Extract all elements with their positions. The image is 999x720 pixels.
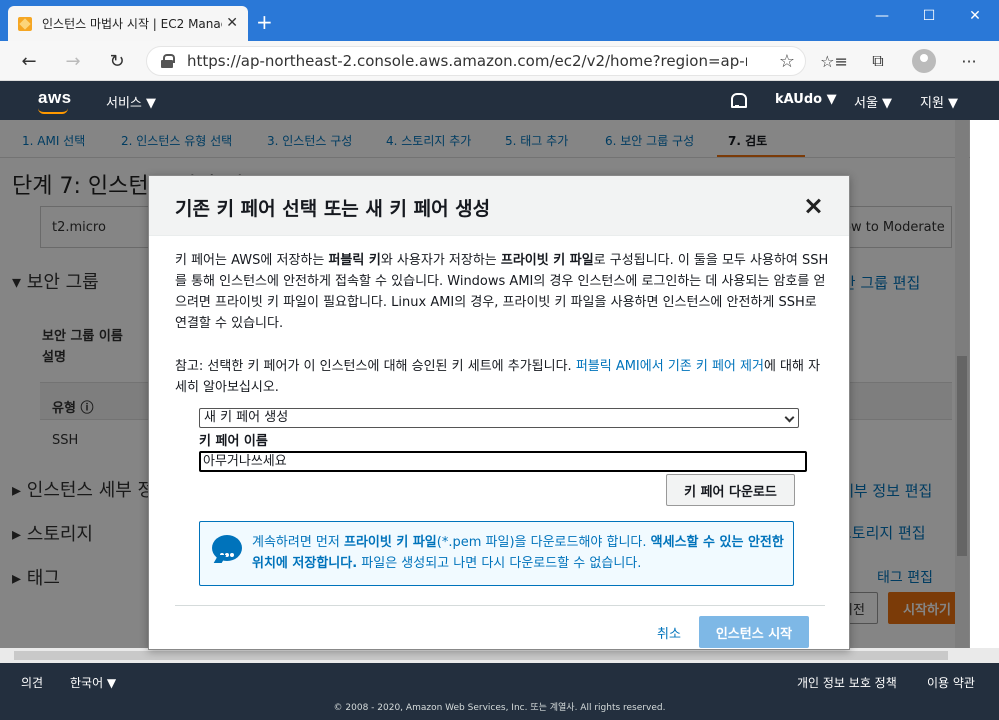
key-pair-note: 참고: 선택한 키 페어가 이 인스턴스에 대해 승인된 키 세트에 추가됩니다…	[175, 359, 821, 395]
language-selector[interactable]: 한국어 ▼	[70, 674, 116, 691]
key-pair-name-label: 키 페어 이름	[199, 434, 268, 449]
maximize-icon[interactable]: ☐	[905, 0, 953, 32]
profile-avatar-icon[interactable]	[912, 49, 936, 73]
user-menu[interactable]: kAUdo ▼	[775, 92, 837, 107]
minimize-icon[interactable]: —	[858, 0, 906, 32]
url-field[interactable]: https://ap-northeast-2.console.aws.amazo…	[146, 46, 806, 76]
aws-smile-icon	[38, 108, 68, 114]
support-menu[interactable]: 지원 ▼	[920, 92, 958, 111]
favorites-list-icon[interactable]: ☆≡	[820, 49, 848, 73]
refresh-icon[interactable]: ↻	[105, 49, 129, 73]
key-pair-select[interactable]: 새 키 페어 생성	[199, 408, 799, 428]
info-alert: 계속하려면 먼저 프라이빗 키 파일(*.pem 파일)을 다운로드해야 합니다…	[199, 521, 794, 586]
browser-tabstrip: 인스턴스 마법사 시작 | EC2 Management Console ✕ +…	[0, 0, 999, 41]
window-close-icon[interactable]: ✕	[951, 0, 999, 32]
terms-link[interactable]: 이용 약관	[927, 674, 975, 691]
back-icon[interactable]: ←	[17, 49, 41, 73]
key-pair-description: 키 페어는 AWS에 저장하는 퍼블릭 키와 사용자가 저장하는 프라이빗 키 …	[175, 253, 829, 331]
feedback-link[interactable]: 의견	[21, 674, 43, 691]
collections-icon[interactable]: ⧉	[866, 49, 890, 73]
privacy-policy-link[interactable]: 개인 정보 보호 정책	[797, 674, 897, 691]
aws-logo[interactable]: aws	[38, 88, 72, 108]
aws-top-nav: aws 서비스 ▼ kAUdo ▼ 서울 ▼ 지원 ▼	[0, 81, 999, 120]
horizontal-scrollbar-thumb[interactable]	[14, 651, 948, 660]
region-menu[interactable]: 서울 ▼	[854, 92, 892, 111]
services-menu[interactable]: 서비스 ▼	[106, 92, 156, 111]
aws-footer: 의견 한국어 ▼ 개인 정보 보호 정책 이용 약관 © 2008 - 2020…	[0, 663, 999, 720]
aws-favicon-icon	[18, 16, 32, 31]
close-tab-icon[interactable]: ✕	[226, 15, 238, 31]
close-icon[interactable]	[804, 197, 822, 215]
forward-icon[interactable]: →	[61, 49, 85, 73]
key-pair-select-value: 새 키 페어 생성	[204, 410, 289, 425]
dialog-title: 기존 키 페어 선택 또는 새 키 페어 생성	[175, 198, 491, 220]
more-menu-icon[interactable]: ···	[957, 49, 981, 73]
favorite-star-icon[interactable]: ☆	[779, 51, 795, 72]
dialog-divider	[175, 605, 825, 606]
launch-instances-button[interactable]: 인스턴스 시작	[699, 616, 809, 648]
address-bar-row: ← → ↻ https://ap-northeast-2.console.aws…	[0, 41, 999, 81]
new-tab-icon[interactable]: +	[256, 12, 273, 32]
lock-icon	[161, 54, 175, 68]
cancel-button[interactable]: 취소	[657, 623, 681, 642]
download-key-pair-button[interactable]: 키 페어 다운로드	[666, 474, 795, 506]
key-pair-dialog: 기존 키 페어 선택 또는 새 키 페어 생성 키 페어는 AWS에 저장하는 …	[148, 175, 850, 650]
info-alert-text: 계속하려면 먼저 프라이빗 키 파일(*.pem 파일)을 다운로드해야 합니다…	[252, 535, 784, 571]
copyright: © 2008 - 2020, Amazon Web Services, Inc.…	[333, 703, 666, 713]
remove-key-pair-link[interactable]: 퍼블릭 AMI에서 기존 키 페어 제거	[576, 359, 764, 374]
url-text: https://ap-northeast-2.console.aws.amazo…	[187, 52, 747, 70]
key-pair-name-input[interactable]: 아무거나쓰세요	[199, 451, 807, 472]
tab-title: 인스턴스 마법사 시작 | EC2 Management Console	[42, 17, 222, 31]
bell-icon[interactable]	[729, 92, 747, 108]
chat-info-icon	[212, 535, 242, 561]
browser-tab[interactable]: 인스턴스 마법사 시작 | EC2 Management Console ✕	[8, 6, 248, 41]
dialog-header: 기존 키 페어 선택 또는 새 키 페어 생성	[149, 176, 849, 236]
chevron-down-icon	[784, 412, 795, 423]
